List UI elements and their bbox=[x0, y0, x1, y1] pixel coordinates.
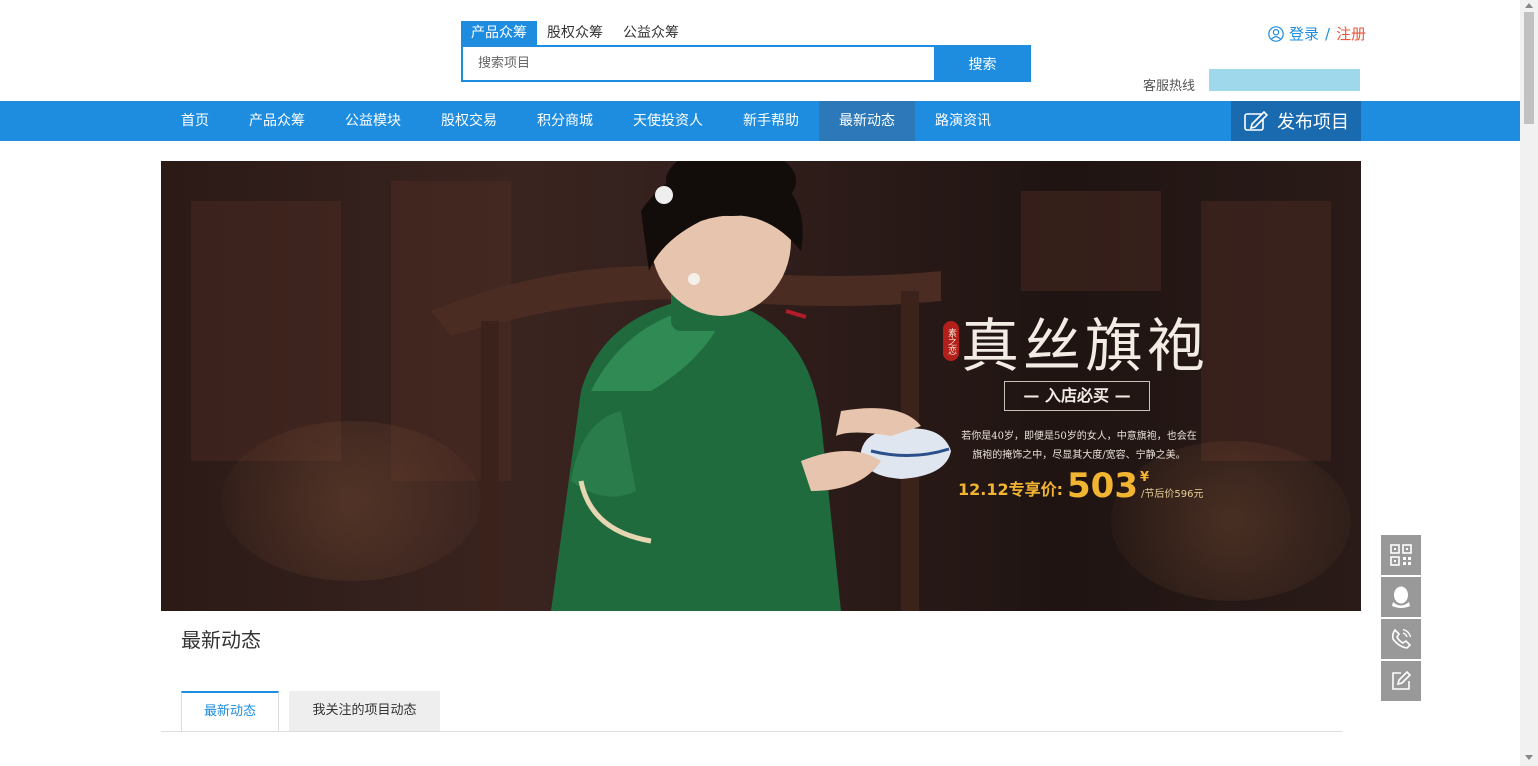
hotline-number-redacted bbox=[1209, 69, 1360, 91]
price-value: 503 bbox=[1067, 466, 1138, 506]
tabs-divider bbox=[161, 731, 1342, 732]
scroll-thumb[interactable] bbox=[1524, 12, 1534, 124]
nav-item-roadshow-info[interactable]: 路演资讯 bbox=[915, 101, 1011, 141]
nav-item-latest-news[interactable]: 最新动态 bbox=[819, 101, 915, 141]
auth-links: 登录 / 注册 bbox=[1268, 23, 1366, 44]
news-tabs: 最新动态 我关注的项目动态 bbox=[181, 691, 440, 732]
model-illustration bbox=[431, 161, 951, 611]
feedback-button[interactable] bbox=[1381, 661, 1421, 701]
banner-price: 12.12专享价: 503 ¥ /节后价596元 bbox=[958, 466, 1204, 506]
nav-item-points-mall[interactable]: 积分商城 bbox=[517, 101, 613, 141]
scroll-up-arrow-icon[interactable] bbox=[1525, 3, 1533, 8]
tab-latest-news[interactable]: 最新动态 bbox=[181, 691, 279, 732]
phone-icon bbox=[1391, 628, 1412, 649]
search-tab-equity[interactable]: 股权众筹 bbox=[537, 21, 613, 45]
banner-bg-glow bbox=[1111, 441, 1351, 601]
banner-title: 真丝旗袍 bbox=[961, 312, 1210, 380]
tab-followed-projects[interactable]: 我关注的项目动态 bbox=[289, 691, 440, 731]
register-link[interactable]: 注册 bbox=[1336, 23, 1366, 44]
nav-item-angel-investors[interactable]: 天使投资人 bbox=[613, 101, 723, 141]
banner-description: 若你是40岁，即便是50岁的女人，中意旗袍，也会在 旗袍的掩饰之中，尽显其大度/… bbox=[949, 427, 1209, 465]
section-title: 最新动态 bbox=[181, 628, 261, 652]
banner-description-line: 旗袍的掩饰之中，尽显其大度/宽容、宁静之美。 bbox=[972, 450, 1186, 461]
search-tab-charity[interactable]: 公益众筹 bbox=[613, 21, 689, 45]
search-box: 搜索 bbox=[461, 45, 1031, 82]
nav-item-beginner-help[interactable]: 新手帮助 bbox=[723, 101, 819, 141]
banner-bg-panel bbox=[1021, 191, 1161, 291]
page-scrollbar[interactable] bbox=[1520, 0, 1538, 766]
publish-project-button[interactable]: 发布项目 bbox=[1231, 101, 1361, 141]
banner-bg-panel bbox=[191, 201, 341, 461]
auth-separator: / bbox=[1325, 24, 1331, 43]
hero-banner[interactable]: 素之恋 真丝旗袍 — 入店必买 — 若你是40岁，即便是50岁的女人，中意旗袍，… bbox=[161, 161, 1361, 611]
qr-code-button[interactable] bbox=[1381, 535, 1421, 575]
login-link[interactable]: 登录 bbox=[1289, 23, 1319, 44]
qq-icon bbox=[1392, 586, 1410, 608]
user-icon bbox=[1268, 25, 1284, 42]
search-input[interactable] bbox=[461, 45, 934, 82]
banner-bg-panel bbox=[1201, 201, 1331, 461]
banner-subtitle: — 入店必买 — bbox=[1004, 381, 1150, 411]
phone-button[interactable] bbox=[1381, 619, 1421, 659]
qq-button[interactable] bbox=[1381, 577, 1421, 617]
nav-item-charity-module[interactable]: 公益模块 bbox=[325, 101, 421, 141]
nav-item-equity-trading[interactable]: 股权交易 bbox=[421, 101, 517, 141]
price-original: /节后价596元 bbox=[1141, 489, 1204, 500]
price-currency: ¥ bbox=[1140, 470, 1150, 485]
search-category-tabs: 产品众筹 股权众筹 公益众筹 bbox=[461, 21, 689, 45]
nav-item-product-crowdfunding[interactable]: 产品众筹 bbox=[229, 101, 325, 141]
publish-icon bbox=[1244, 110, 1269, 131]
banner-description-line: 若你是40岁，即便是50岁的女人，中意旗袍，也会在 bbox=[961, 431, 1197, 442]
qr-code-icon bbox=[1390, 544, 1412, 566]
main-nav: 首页 产品众筹 公益模块 股权交易 积分商城 天使投资人 新手帮助 最新动态 路… bbox=[0, 101, 1520, 141]
brand-seal: 素之恋 bbox=[943, 321, 959, 361]
scroll-down-arrow-icon[interactable] bbox=[1525, 755, 1533, 760]
search-button[interactable]: 搜索 bbox=[934, 45, 1031, 82]
price-label: 12.12专享价: bbox=[958, 480, 1064, 499]
search-tab-product[interactable]: 产品众筹 bbox=[461, 21, 537, 45]
nav-item-home[interactable]: 首页 bbox=[161, 101, 229, 141]
edit-icon bbox=[1392, 670, 1412, 690]
hotline-label: 客服热线 bbox=[1143, 79, 1196, 94]
publish-project-label: 发布项目 bbox=[1277, 112, 1349, 133]
